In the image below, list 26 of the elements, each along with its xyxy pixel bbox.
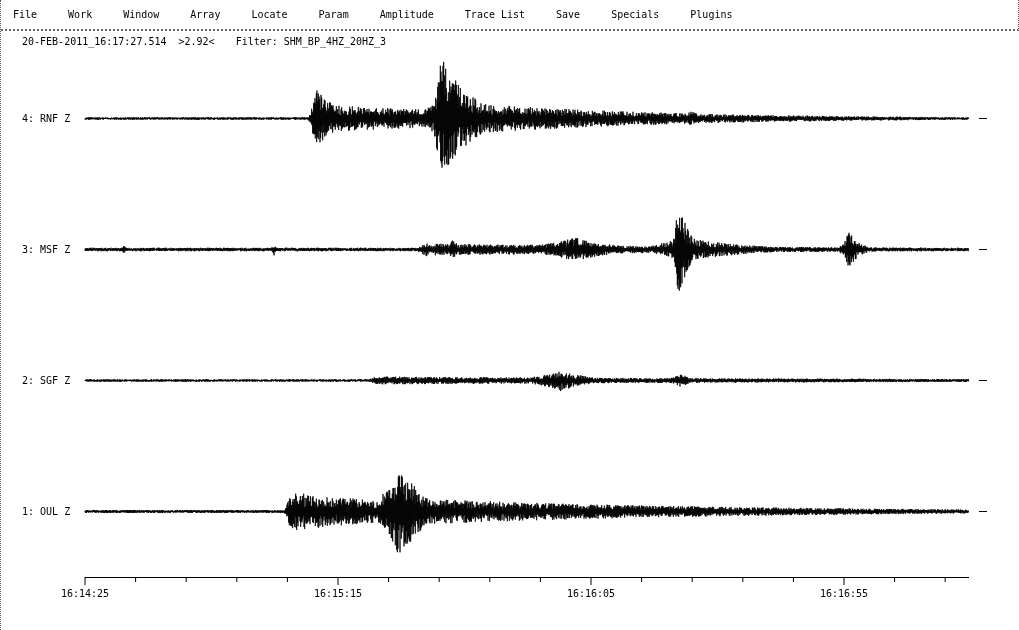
menu-item[interactable]: Plugins [690,9,733,20]
trace-end-mark [979,118,987,119]
trace-end-mark [979,249,987,250]
filter-label: Filter: SHM_BP_4HZ_20HZ_3 [235,37,387,47]
axis-label: 16:16:05 [566,588,616,599]
trace-label: 1: OUL Z [21,506,72,517]
trace-end-mark [979,511,987,512]
axis-label: 16:14:25 [60,588,110,599]
menu-item[interactable]: Trace List [464,9,526,20]
trace-end-mark [979,380,987,381]
menu-item[interactable]: Save [556,9,581,20]
trace-label: 4: RNF Z [21,113,72,124]
timestamp-text: 20-FEB-2011_16:17:27.514 [22,37,167,47]
menu-item[interactable]: Work [68,9,93,20]
trace-label: 3: MSF Z [21,244,72,255]
amplitude-readout: >2.92< [178,37,215,47]
trace-label: 2: SGF Z [21,375,72,386]
axis-label: 16:15:15 [313,588,363,599]
menu-item[interactable]: Locate [251,9,288,20]
menu-item[interactable]: Param [318,9,349,20]
menu-item[interactable]: Amplitude [379,9,434,20]
menu-item[interactable]: Window [123,9,160,20]
menu-item[interactable]: Array [190,9,221,20]
axis-label: 16:16:55 [819,588,869,599]
menu-item[interactable]: Specials [611,9,660,20]
menu-item[interactable]: File [13,9,38,20]
